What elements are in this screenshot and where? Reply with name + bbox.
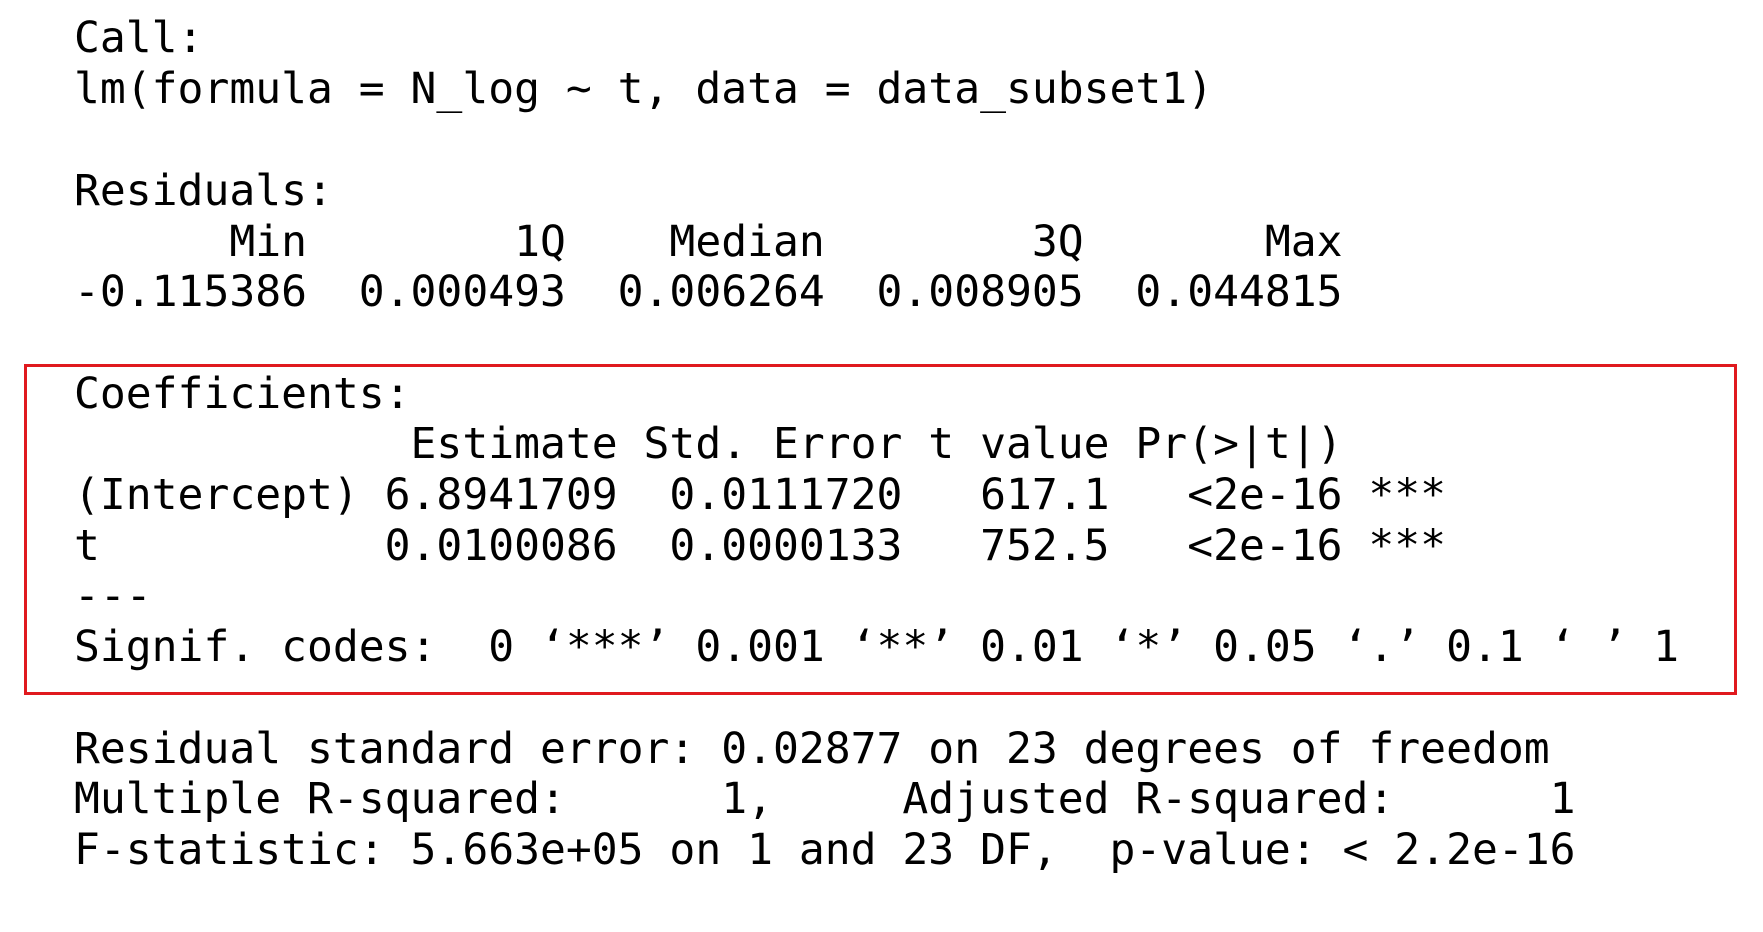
r-squared-line: Multiple R-squared: 1, Adjusted R-square… (74, 774, 1576, 824)
coefficients-separator: --- (74, 571, 152, 621)
residuals-labels-row: Min 1Q Median 3Q Max (74, 217, 1343, 267)
residuals-header: Residuals: (74, 166, 333, 216)
coefficients-header: Coefficients: (74, 369, 411, 419)
f-statistic-line: F-statistic: 5.663e+05 on 1 and 23 DF, p… (74, 825, 1576, 875)
coefficients-column-headers: Estimate Std. Error t value Pr(>|t|) (74, 419, 1343, 469)
signif-codes-line: Signif. codes: 0 ‘***’ 0.001 ‘**’ 0.01 ‘… (74, 622, 1680, 672)
residuals-values-row: -0.115386 0.000493 0.006264 0.008905 0.0… (74, 267, 1343, 317)
call-formula: lm(formula = N_log ~ t, data = data_subs… (74, 64, 1214, 114)
call-header: Call: (74, 13, 204, 63)
r-console-output: Call: lm(formula = N_log ~ t, data = dat… (0, 0, 1763, 932)
residual-standard-error-line: Residual standard error: 0.02877 on 23 d… (74, 724, 1550, 774)
coefficients-row-t: t 0.0100086 0.0000133 752.5 <2e-16 *** (74, 521, 1447, 571)
coefficients-row-intercept: (Intercept) 6.8941709 0.0111720 617.1 <2… (74, 470, 1447, 520)
